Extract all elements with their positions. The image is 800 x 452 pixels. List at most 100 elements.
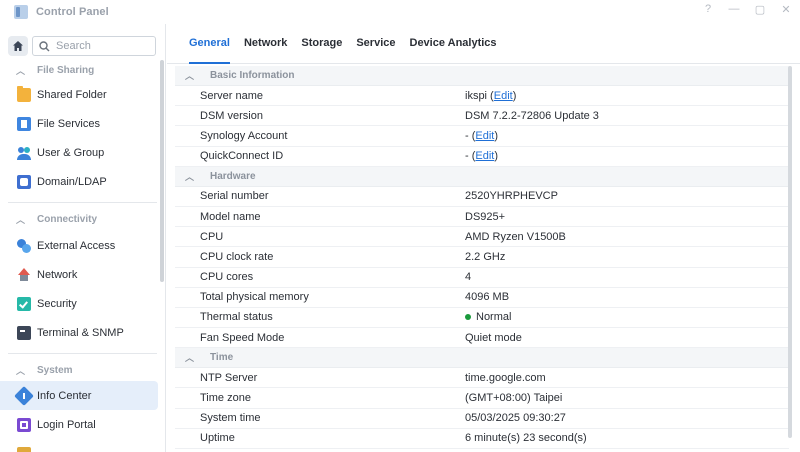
row-key: System time [200,412,261,425]
window-title: Control Panel [36,6,109,18]
status-dot-icon [465,313,471,320]
edit-link[interactable]: Edit [475,150,494,162]
control-panel-icon [14,5,28,19]
tab-device-analytics[interactable]: Device Analytics [404,24,503,63]
sidebar-item-label: Terminal & SNMP [37,326,124,339]
sidebar-item-domain-ldap[interactable]: Domain/LDAP [0,167,158,196]
section-file-sharing[interactable]: ︿ File Sharing [0,62,165,78]
divider [8,202,157,203]
terminal-icon [17,325,31,340]
edit-link[interactable]: Edit [494,90,513,102]
sidebar-item-label: Domain/LDAP [37,175,107,188]
tab-service[interactable]: Service [350,24,401,63]
home-icon [13,41,23,51]
chevron-up-icon: ︿ [185,71,195,81]
row-key: Uptime [200,432,235,445]
row-value: 05/03/2025 09:30:27 [465,412,566,425]
sidebar-item-label: Security [37,297,77,310]
group-basic-information[interactable]: ︿ Basic Information [175,66,789,86]
row-key: CPU clock rate [200,250,274,263]
tab-storage[interactable]: Storage [295,24,348,63]
group-label: Basic Information [210,70,295,81]
divider [8,353,157,354]
chevron-up-icon: ︿ [16,214,26,225]
window-controls: ? — ▢ ✕ [702,3,792,16]
search-input[interactable] [56,40,152,52]
sidebar-item-shared-folder[interactable]: Shared Folder [0,80,158,109]
row-value: (GMT+08:00) Taipei [465,392,563,405]
section-connectivity[interactable]: ︿ Connectivity [0,211,165,227]
sidebar-item-security[interactable]: Security [0,289,158,318]
group-time[interactable]: ︿ Time [175,348,789,369]
chevron-up-icon: ︿ [185,171,195,182]
chevron-up-icon: ︿ [16,65,26,76]
table-row: CPU cores 4 [175,268,789,288]
sidebar-item-login-portal[interactable]: Login Portal [0,410,158,439]
sidebar-top [0,24,165,56]
row-key: Synology Account [200,129,288,142]
table-row: System time 05/03/2025 09:30:27 [175,409,789,429]
table-row: Serial number 2520YHRPHEVCP [175,187,789,207]
sidebar-item-info-center[interactable]: Info Center [0,381,158,410]
minimize-icon[interactable]: — [728,3,740,16]
network-house-icon [17,267,31,282]
sidebar-item-user-group[interactable]: User & Group [0,138,158,167]
sidebar-item-network[interactable]: Network [0,260,158,289]
row-value: - (Edit) [465,129,499,142]
folder-icon [17,85,31,102]
help-icon[interactable]: ? [702,3,714,16]
table-row: Fan Speed Mode Quiet mode [175,328,789,349]
row-value: 4 [465,271,472,284]
table-row: CPU clock rate 2.2 GHz [175,247,789,268]
tab-bar: General Network Storage Service Device A… [167,24,800,64]
sidebar-item-terminal-snmp[interactable]: Terminal & SNMP [0,318,158,347]
row-value: AMD Ryzen V1500B [465,230,566,243]
sidebar-item-label: Login Portal [37,418,96,431]
sidebar-item-partial[interactable] [0,439,158,452]
row-key: Fan Speed Mode [200,331,285,344]
chevron-up-icon: ︿ [16,365,26,376]
table-row: Server name ikspi (Edit) [175,86,789,107]
row-value: time.google.com [465,371,546,384]
sidebar-item-file-services[interactable]: File Services [0,109,158,138]
row-value: - (Edit) [465,150,499,163]
sidebar: ︿ File Sharing Shared Folder File Servic… [0,24,166,452]
row-key: Total physical memory [200,291,309,304]
sidebar-scrollbar[interactable] [160,60,164,282]
search-icon [39,40,50,51]
tab-general[interactable]: General [183,24,236,64]
row-value: 2.2 GHz [465,250,506,263]
edit-link[interactable]: Edit [475,130,494,142]
row-value: 4096 MB [465,291,510,304]
row-key: Model name [200,210,261,223]
thermal-status: Normal [465,311,511,323]
row-key: Time zone [200,392,251,405]
info-pin-icon [14,385,34,406]
sidebar-item-external-access[interactable]: External Access [0,231,158,260]
row-key: Serial number [200,190,269,203]
app-icon [17,446,31,452]
section-label: System [37,364,73,376]
file-services-icon [17,116,31,131]
section-system[interactable]: ︿ System [0,362,165,378]
group-label: Time [210,352,234,364]
group-hardware[interactable]: ︿ Hardware [175,166,789,187]
tab-network[interactable]: Network [238,24,293,63]
row-value: 2520YHRPHEVCP [465,190,558,203]
home-button[interactable] [8,36,28,56]
content-scrollbar[interactable] [788,66,792,438]
sidebar-item-label: External Access [37,239,116,252]
title-bar: Control Panel ? — ▢ ✕ [0,0,800,24]
search-box[interactable] [32,36,156,56]
section-label: Connectivity [37,213,98,225]
maximize-icon[interactable]: ▢ [754,3,766,16]
sidebar-item-label: User & Group [37,146,105,159]
close-icon[interactable]: ✕ [780,3,792,16]
table-row: Time zone (GMT+08:00) Taipei [175,388,789,409]
section-label: File Sharing [37,64,95,76]
row-key: CPU cores [200,271,254,284]
row-key: Server name [200,89,263,102]
chevron-up-icon: ︿ [185,353,195,364]
row-value: DSM 7.2.2-72806 Update 3 [465,109,599,122]
info-table: ︿ Basic Information Server name ikspi (E… [175,66,789,449]
